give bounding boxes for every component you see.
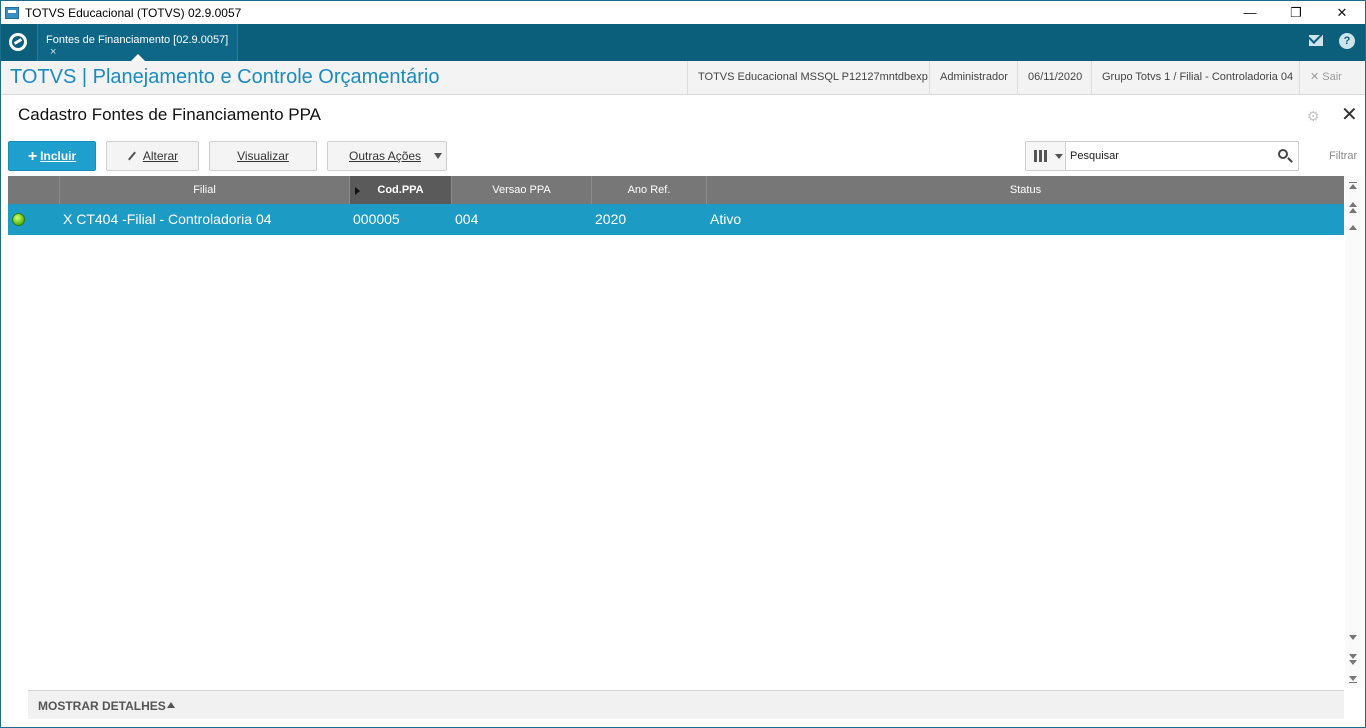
close-icon[interactable]: ✕ (1341, 105, 1358, 125)
logout-label: Sair (1322, 71, 1342, 83)
scroll-top-arrow-icon[interactable] (1349, 184, 1357, 189)
company-info[interactable]: Grupo Totvs 1 / Filial - Controladoria 0… (1091, 61, 1303, 94)
columns-icon[interactable] (1026, 142, 1066, 170)
column-header-legend[interactable] (8, 176, 60, 204)
tab-fontes-de-financiamento[interactable]: Fontes de Financiamento [02.9.0057] × (37, 24, 238, 61)
cell-ano-ref: 2020 (595, 211, 627, 227)
cell-versao-ppa: 004 (455, 211, 479, 227)
chevron-down-icon (434, 153, 442, 159)
pencil-icon (127, 151, 136, 161)
minimize-button[interactable]: — (1227, 1, 1273, 24)
close-window-button[interactable]: ✕ (1319, 1, 1365, 24)
page-down-icon[interactable] (1349, 654, 1357, 659)
search-box (1025, 141, 1299, 171)
application-window: TOTVS Educacional (TOTVS) 02.9.0057 — ❐ … (0, 0, 1366, 728)
cell-cod-ppa: 000005 (353, 211, 400, 227)
title-bar: TOTVS Educacional (TOTVS) 02.9.0057 — ❐ … (1, 1, 1365, 24)
column-header-filial[interactable]: Filial (60, 176, 350, 204)
chevron-down-icon (1055, 154, 1063, 159)
logout-icon: ✕ (1310, 71, 1320, 83)
logout-button[interactable]: ✕ Sair (1299, 61, 1365, 94)
page-up-icon[interactable] (1349, 202, 1357, 207)
column-header-versao-ppa[interactable]: Versao PPA (452, 176, 592, 204)
details-toggle[interactable]: MOSTRAR DETALHES (28, 690, 1344, 719)
tab-label: Fontes de Financiamento [02.9.0057] (46, 34, 229, 46)
mail-icon[interactable] (1309, 35, 1323, 46)
search-icon[interactable] (1278, 149, 1288, 159)
window-title: TOTVS Educacional (TOTVS) 02.9.0057 (25, 5, 242, 20)
alterar-button[interactable]: Alterar (106, 141, 199, 171)
user-info[interactable]: Administrador (929, 61, 1018, 94)
scroll-down-icon[interactable] (1349, 635, 1357, 640)
restore-button[interactable]: ❐ (1273, 1, 1319, 24)
data-grid: Filial Cod.PPA Versao PPA Ano Ref. Statu… (8, 176, 1344, 688)
filtrar-link[interactable]: Filtrar (1329, 150, 1357, 162)
scroll-bottom-icon[interactable] (1349, 682, 1357, 683)
details-label: MOSTRAR DETALHES (38, 699, 166, 713)
app-header: TOTVS | Planejamento e Controle Orçament… (1, 61, 1365, 95)
outras-acoes-button[interactable]: Outras Ações (327, 141, 447, 171)
alterar-label: Alterar (142, 149, 179, 163)
search-input[interactable] (1070, 146, 1270, 166)
scroll-up-icon[interactable] (1349, 225, 1357, 230)
column-header-cod-ppa[interactable]: Cod.PPA (350, 176, 452, 204)
incluir-button[interactable]: + Incluir (8, 141, 96, 171)
page-title: Cadastro Fontes de Financiamento PPA (18, 105, 322, 124)
cell-status: Ativo (710, 211, 742, 227)
visualizar-button[interactable]: Visualizar (209, 141, 317, 171)
cell-filial: X CT404 -Filial - Controladoria 04 (63, 211, 272, 227)
tab-close-icon[interactable]: × (50, 46, 56, 58)
date-info[interactable]: 06/11/2020 (1017, 61, 1092, 94)
outras-acoes-label: Outras Ações (349, 149, 422, 163)
visualizar-label: Visualizar (237, 149, 289, 163)
incluir-label: Incluir (40, 149, 77, 163)
tab-bar: Fontes de Financiamento [02.9.0057] × ? (1, 24, 1365, 61)
column-header-status[interactable]: Status (707, 176, 1344, 204)
scroll-bottom-arrow-icon[interactable] (1349, 676, 1357, 681)
page-up-icon-2 (1349, 208, 1357, 213)
active-tab-indicator (131, 54, 145, 61)
chevron-up-icon (167, 702, 175, 708)
vertical-scrollbar[interactable] (1345, 176, 1363, 688)
totvs-logo-icon[interactable] (9, 33, 27, 51)
page-down-icon-2 (1349, 660, 1357, 665)
app-window-icon (5, 6, 19, 19)
scroll-top-icon[interactable] (1349, 182, 1357, 183)
connection-info: TOTVS Educacional MSSQL P12127mntdbexp (687, 61, 938, 94)
status-legend-icon (12, 213, 25, 226)
table-row[interactable]: X CT404 -Filial - Controladoria 04 00000… (8, 204, 1344, 235)
gear-icon[interactable]: ⚙ (1307, 109, 1321, 123)
plus-icon: + (27, 148, 38, 165)
grid-header: Filial Cod.PPA Versao PPA Ano Ref. Statu… (8, 176, 1344, 204)
app-title: TOTVS | Planejamento e Controle Orçament… (10, 66, 440, 88)
column-header-ano-ref[interactable]: Ano Ref. (592, 176, 707, 204)
help-icon[interactable]: ? (1339, 33, 1355, 49)
